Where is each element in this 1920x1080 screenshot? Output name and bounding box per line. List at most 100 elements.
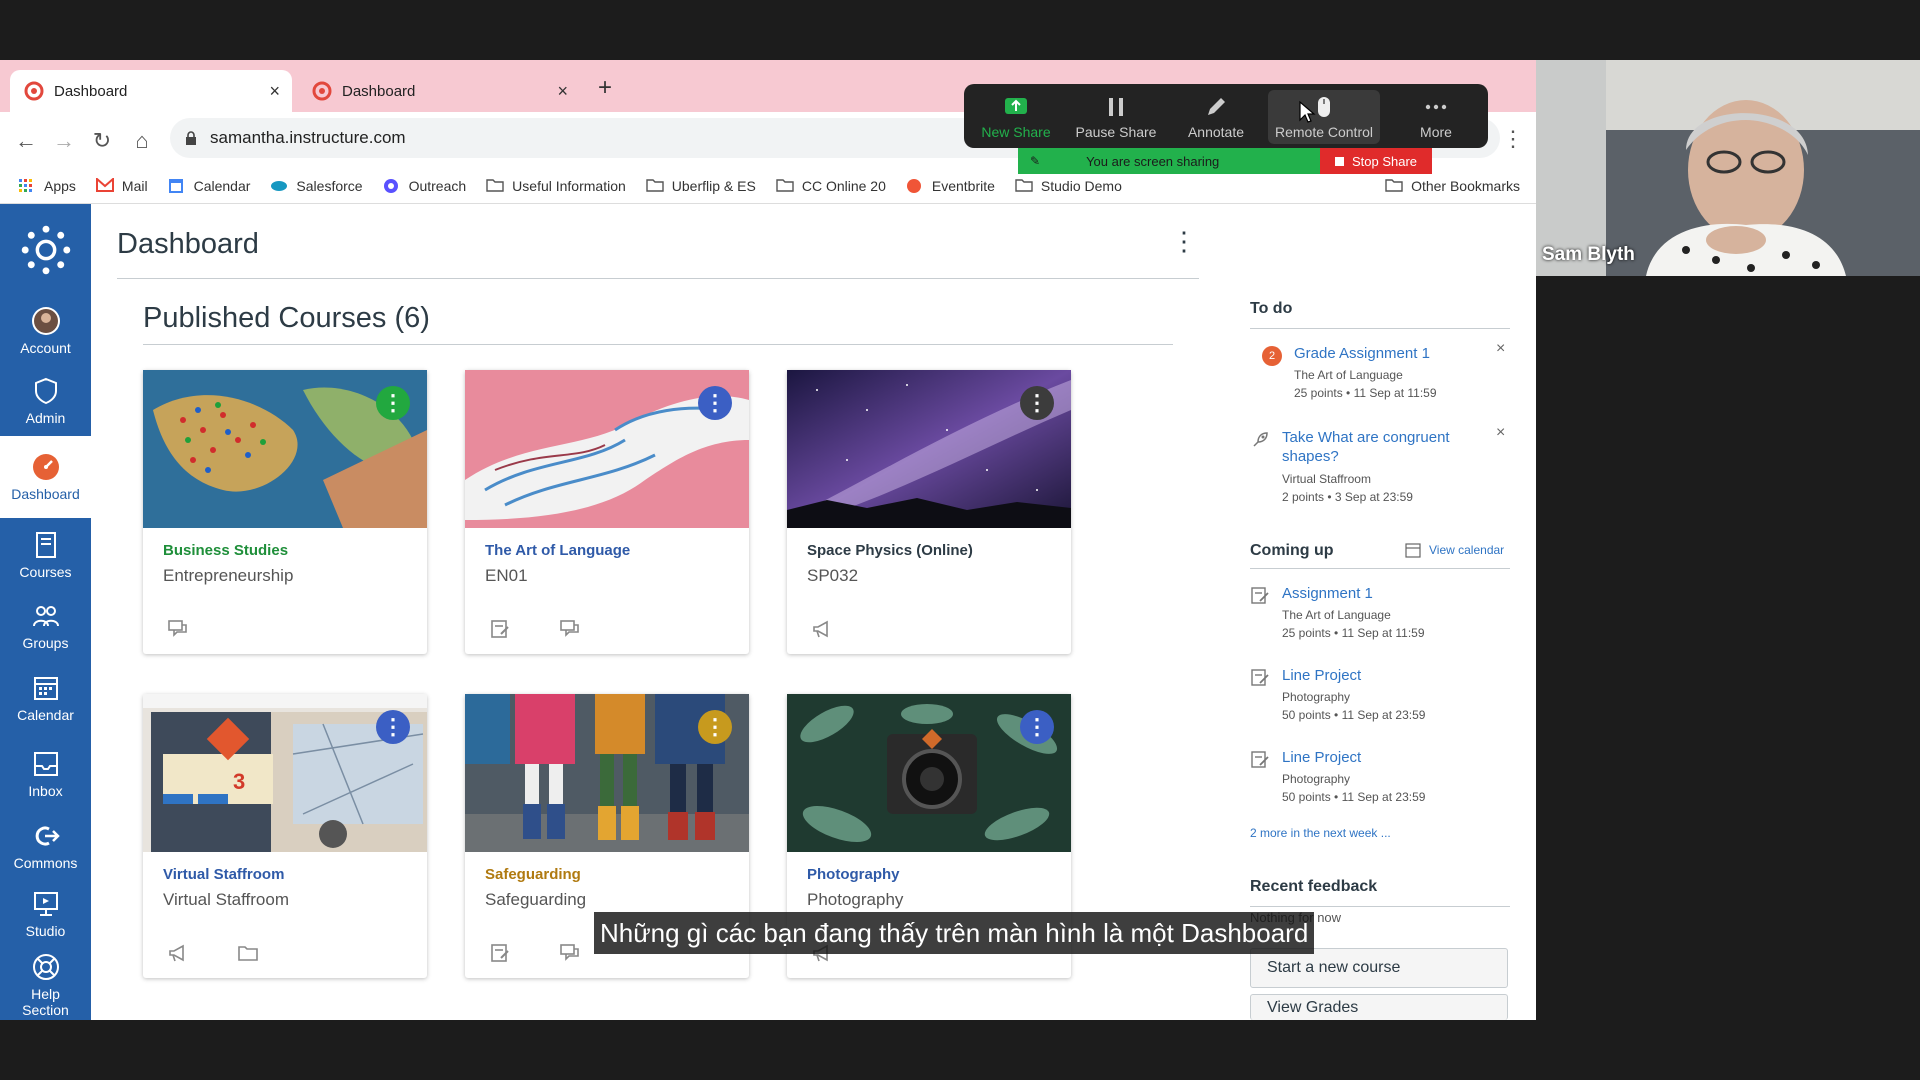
view-calendar-link[interactable]: View calendar bbox=[1405, 542, 1504, 558]
todo-title[interactable]: Take What are congruent shapes? bbox=[1282, 428, 1482, 466]
remote-control-button[interactable]: Remote Control bbox=[1268, 90, 1380, 144]
back-icon[interactable]: ← bbox=[12, 128, 40, 154]
video-subtitle: Những gì các bạn đang thấy trên màn hình… bbox=[594, 912, 1315, 954]
announcements-icon[interactable] bbox=[811, 618, 833, 640]
nav-label: Dashboard bbox=[11, 486, 80, 502]
bookmark-studio-demo[interactable]: Studio Demo bbox=[1015, 178, 1122, 194]
bookmark-salesforce[interactable]: Salesforce bbox=[270, 178, 363, 194]
coming-up-title[interactable]: Line Project bbox=[1282, 666, 1482, 685]
course-card-art-of-language[interactable]: ⋮ The Art of Language EN01 bbox=[465, 370, 749, 654]
calendar-icon bbox=[31, 673, 61, 703]
more-button[interactable]: More bbox=[1388, 90, 1484, 144]
course-name[interactable]: Space Physics (Online) bbox=[807, 542, 973, 559]
course-options-icon[interactable]: ⋮ bbox=[1020, 386, 1054, 420]
bookmark-uberflip[interactable]: Uberflip & ES bbox=[646, 178, 756, 194]
dashboard-options-icon[interactable]: ⋮ bbox=[1171, 226, 1197, 257]
course-name[interactable]: Photography bbox=[807, 866, 900, 883]
coming-up-title[interactable]: Assignment 1 bbox=[1282, 584, 1482, 603]
bookmark-other[interactable]: Other Bookmarks bbox=[1385, 178, 1520, 194]
pause-icon bbox=[1103, 94, 1129, 120]
more-dots-icon bbox=[1423, 94, 1449, 120]
nav-commons[interactable]: Commons bbox=[0, 812, 91, 880]
assignments-icon[interactable] bbox=[489, 942, 511, 964]
nav-dashboard[interactable]: Dashboard bbox=[0, 436, 91, 518]
groups-icon bbox=[31, 601, 61, 631]
todo-item[interactable]: Take What are congruent shapes? Virtual … bbox=[1250, 424, 1520, 508]
bookmark-label: Useful Information bbox=[512, 177, 626, 194]
bookmark-cc-online[interactable]: CC Online 20 bbox=[776, 178, 886, 194]
tab-dashboard-2[interactable]: Dashboard × bbox=[298, 70, 580, 112]
url-text: samantha.instructure.com bbox=[210, 128, 406, 147]
bookmark-eventbrite[interactable]: Eventbrite bbox=[906, 178, 995, 194]
discussions-icon[interactable] bbox=[167, 618, 189, 640]
bookmark-calendar[interactable]: Calendar bbox=[168, 178, 250, 194]
folder-icon bbox=[486, 178, 504, 194]
screen-sharing-status: ✎ You are screen sharing bbox=[1018, 148, 1320, 174]
bookmark-label: CC Online 20 bbox=[801, 177, 886, 194]
course-options-icon[interactable]: ⋮ bbox=[1020, 710, 1054, 744]
reload-icon[interactable]: ↻ bbox=[88, 128, 116, 154]
nav-help[interactable]: Help Section bbox=[0, 948, 91, 1020]
nav-studio[interactable]: Studio bbox=[0, 880, 91, 948]
nav-label: Section bbox=[22, 1002, 69, 1018]
todo-item[interactable]: 2 Grade Assignment 1 The Art of Language… bbox=[1250, 340, 1520, 404]
course-options-icon[interactable]: ⋮ bbox=[698, 710, 732, 744]
course-name[interactable]: Virtual Staffroom bbox=[163, 866, 284, 883]
course-name[interactable]: Business Studies bbox=[163, 542, 288, 559]
tab-close-icon[interactable]: × bbox=[269, 81, 280, 102]
nav-inbox[interactable]: Inbox bbox=[0, 736, 91, 812]
more-next-week-link[interactable]: 2 more in the next week ... bbox=[1250, 826, 1391, 840]
assignments-icon[interactable] bbox=[489, 618, 511, 640]
tab-close-icon[interactable]: × bbox=[557, 81, 568, 102]
discussions-icon[interactable] bbox=[559, 618, 581, 640]
bookmark-outreach[interactable]: Outreach bbox=[383, 178, 466, 194]
nav-calendar[interactable]: Calendar bbox=[0, 660, 91, 736]
new-share-button[interactable]: New Share bbox=[968, 90, 1064, 144]
start-new-course-button[interactable]: Start a new course bbox=[1250, 948, 1508, 988]
course-actions bbox=[167, 618, 237, 640]
nav-admin[interactable]: Admin bbox=[0, 366, 91, 436]
course-name[interactable]: The Art of Language bbox=[485, 542, 630, 559]
zoom-button-label: Annotate bbox=[1187, 124, 1245, 140]
coming-up-item[interactable]: Line Project Photography 50 points • 11 … bbox=[1250, 748, 1520, 808]
bookmark-label: Mail bbox=[121, 177, 148, 194]
pause-share-button[interactable]: Pause Share bbox=[1068, 90, 1164, 144]
view-grades-button[interactable]: View Grades bbox=[1250, 994, 1508, 1020]
mouse-cursor-icon bbox=[1299, 100, 1316, 123]
nav-account[interactable]: Account bbox=[0, 296, 91, 366]
zoom-button-label: Pause Share bbox=[1075, 124, 1157, 140]
stop-share-button[interactable]: Stop Share bbox=[1320, 148, 1432, 174]
course-card-virtual-staffroom[interactable]: 3 ⋮ Virtual Staffroom Virtual Staffroom bbox=[143, 694, 427, 978]
new-tab-button[interactable]: + bbox=[598, 74, 612, 102]
course-card-business-studies[interactable]: ⋮ Business Studies Entrepreneurship bbox=[143, 370, 427, 654]
course-options-icon[interactable]: ⋮ bbox=[376, 386, 410, 420]
coming-up-title[interactable]: Line Project bbox=[1282, 748, 1482, 767]
announcements-icon[interactable] bbox=[167, 942, 189, 964]
nav-list: Account Admin Dashboard Courses Groups C… bbox=[0, 296, 91, 1020]
course-options-icon[interactable]: ⋮ bbox=[698, 386, 732, 420]
bookmark-apps[interactable]: Apps bbox=[18, 178, 76, 194]
files-folder-icon[interactable] bbox=[237, 942, 259, 964]
forward-icon[interactable]: → bbox=[50, 128, 78, 154]
canvas-lms: Account Admin Dashboard Courses Groups C… bbox=[0, 204, 1536, 1020]
nav-courses[interactable]: Courses bbox=[0, 518, 91, 592]
todo-title[interactable]: Grade Assignment 1 bbox=[1294, 344, 1494, 363]
course-name[interactable]: Safeguarding bbox=[485, 866, 581, 883]
coming-up-item[interactable]: Line Project Photography 50 points • 11 … bbox=[1250, 666, 1520, 726]
bookmark-useful-information[interactable]: Useful Information bbox=[486, 178, 626, 194]
course-options-icon[interactable]: ⋮ bbox=[376, 710, 410, 744]
bookmark-mail[interactable]: Mail bbox=[95, 176, 148, 194]
participant-name: Sam Blyth bbox=[1542, 244, 1635, 265]
course-card-space-physics[interactable]: ⋮ Space Physics (Online) SP032 bbox=[787, 370, 1071, 654]
coming-up-meta: 50 points • 11 Sep at 23:59 bbox=[1282, 708, 1426, 722]
dismiss-icon[interactable]: × bbox=[1496, 424, 1505, 442]
canvas-logo[interactable] bbox=[0, 204, 91, 296]
nav-groups[interactable]: Groups bbox=[0, 592, 91, 660]
browser-menu-icon[interactable]: ⋮ bbox=[1502, 126, 1524, 152]
annotate-button[interactable]: Annotate bbox=[1168, 90, 1264, 144]
tab-dashboard-1[interactable]: Dashboard × bbox=[10, 70, 292, 112]
discussions-icon[interactable] bbox=[559, 942, 581, 964]
coming-up-item[interactable]: Assignment 1 The Art of Language 25 poin… bbox=[1250, 584, 1520, 644]
home-icon[interactable]: ⌂ bbox=[128, 128, 156, 154]
dismiss-icon[interactable]: × bbox=[1496, 340, 1505, 358]
